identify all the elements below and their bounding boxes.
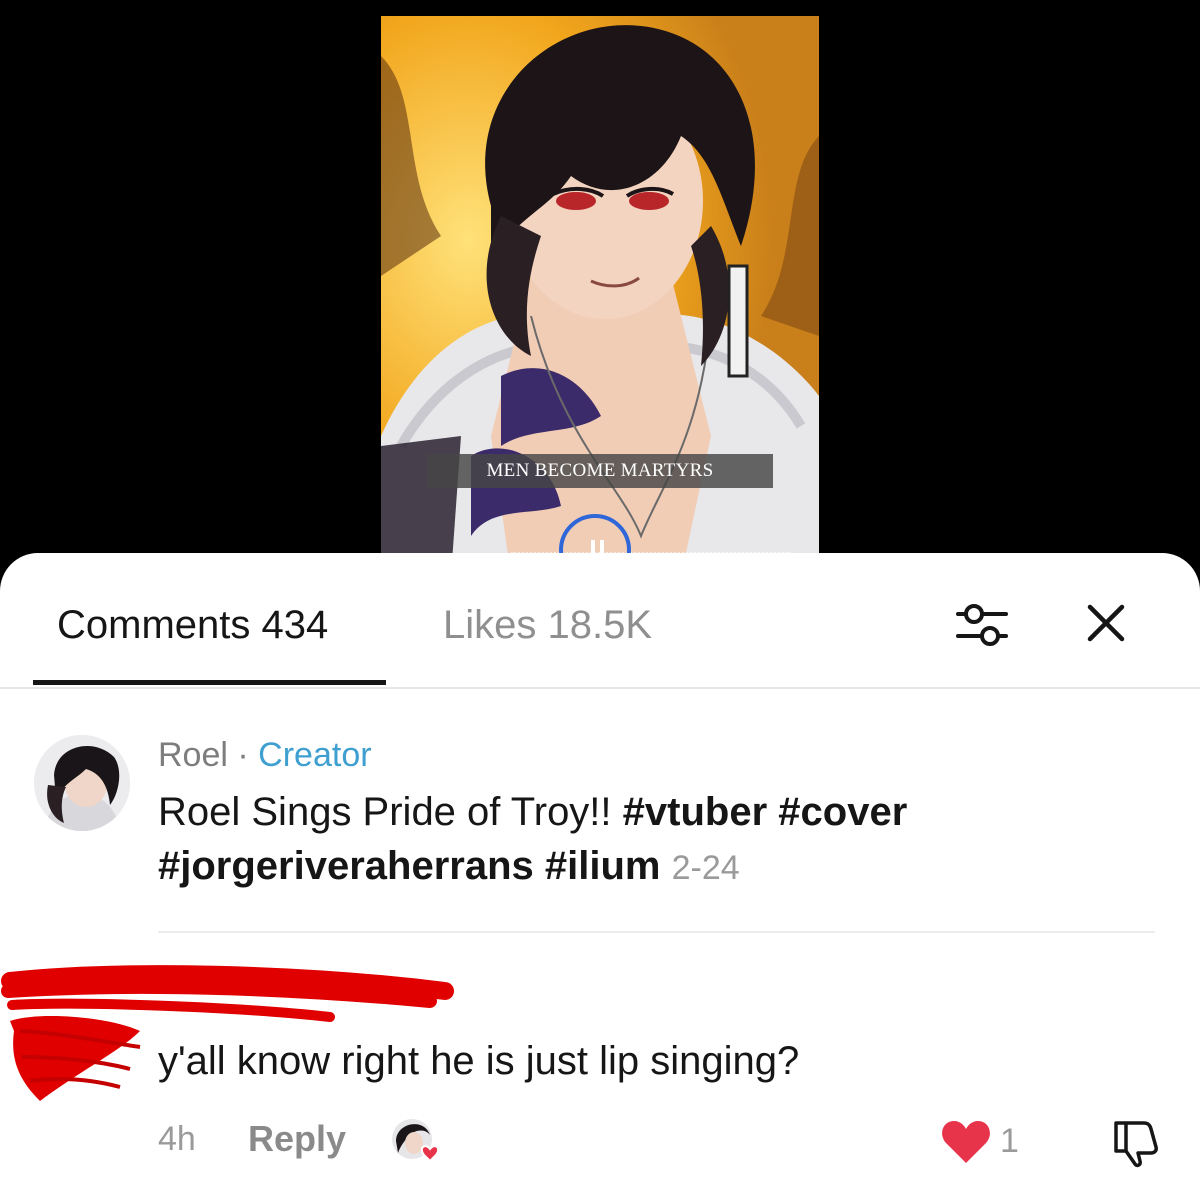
- filter-button[interactable]: [952, 595, 1012, 655]
- header-separator: ·: [237, 736, 249, 774]
- comment-time: 4h: [158, 1120, 196, 1158]
- video-thumbnail-illustration: [381, 16, 819, 576]
- hashtag-links[interactable]: #vtuber #cover: [623, 790, 908, 834]
- comment-author[interactable]: Roel: [158, 736, 228, 774]
- heart-icon: [942, 1121, 990, 1163]
- comment-text: Roel Sings Pride of Troy!! #vtuber #cove…: [158, 785, 1058, 895]
- like-button[interactable]: [940, 1119, 992, 1165]
- liked-by-creator-badge: [390, 1117, 446, 1167]
- creator-avatar-heart-icon: [392, 1119, 440, 1163]
- comment-text: y'all know right he is just lip singing?: [158, 1039, 800, 1083]
- comment-header: Roel · Creator: [158, 735, 372, 775]
- tab-comments[interactable]: Comments 434: [57, 601, 328, 649]
- comment-date: 2-24: [671, 849, 740, 887]
- video-caption: MEN BECOME MARTYRS: [427, 454, 773, 488]
- hashtag-links[interactable]: #jorgeriveraherrans #ilium: [158, 844, 660, 888]
- active-tab-indicator: [33, 680, 386, 685]
- close-button[interactable]: [1080, 597, 1132, 649]
- close-icon: [1087, 604, 1125, 642]
- video-player[interactable]: MEN BECOME MARTYRS: [0, 0, 1200, 600]
- comment-divider: [158, 931, 1155, 933]
- sliders-icon: [956, 604, 1008, 646]
- dislike-button[interactable]: [1108, 1115, 1162, 1169]
- video-frame[interactable]: MEN BECOME MARTYRS: [381, 16, 819, 576]
- thumbs-down-icon: [1114, 1121, 1158, 1168]
- creator-badge: Creator: [258, 736, 372, 774]
- comment-body: Roel Sings Pride of Troy!!: [158, 790, 612, 834]
- comments-sheet: Comments 434 Likes 18.5K Roel · Creator …: [0, 553, 1200, 1197]
- creator-avatar-image: [34, 735, 130, 831]
- sheet-tabs: Comments 434 Likes 18.5K: [0, 553, 1200, 689]
- redaction-scribble: [1, 965, 454, 1101]
- avatar[interactable]: [34, 735, 130, 831]
- tab-likes[interactable]: Likes 18.5K: [443, 601, 652, 649]
- like-count: 1: [1000, 1122, 1019, 1160]
- reply-button[interactable]: Reply: [248, 1119, 346, 1159]
